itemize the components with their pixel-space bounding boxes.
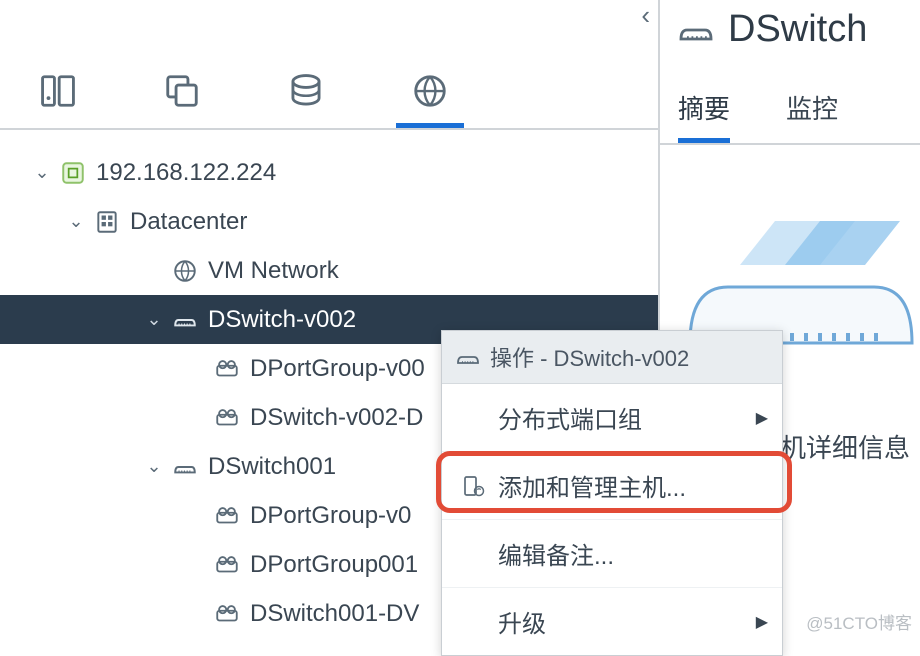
menu-label: 添加和管理主机... (498, 468, 686, 503)
tab-monitor[interactable]: 监控 (786, 89, 838, 143)
chevron-down-icon[interactable]: ⌄ (140, 309, 168, 330)
dswitch-icon (168, 307, 202, 333)
tree-label: DPortGroup-v0 (244, 502, 411, 530)
nav-collapse-chevron[interactable]: ‹ (641, 2, 650, 28)
watermark: @51CTO博客 (806, 609, 912, 634)
portgroup-icon (210, 601, 244, 627)
tab-vms-templates[interactable] (148, 72, 216, 128)
menu-label: 编辑备注... (498, 536, 614, 571)
submenu-arrow-icon: ▶ (756, 408, 768, 428)
tree-label: DSwitch001-DV (244, 600, 419, 628)
tree-label: DPortGroup001 (244, 551, 418, 579)
menu-label: 分布式端口组 (498, 400, 642, 435)
tree-label: DSwitch-v002-D (244, 404, 423, 432)
page-title-text: DSwitch (728, 8, 867, 51)
tree-label: Datacenter (124, 208, 247, 236)
menu-add-manage-hosts[interactable]: 添加和管理主机... (442, 452, 782, 520)
dswitch-icon (168, 454, 202, 480)
tree-label: 192.168.122.224 (90, 159, 276, 187)
tree-label: VM Network (202, 257, 339, 285)
portgroup-icon (210, 552, 244, 578)
tree-vm-network[interactable]: VM Network (0, 246, 658, 295)
tree-datacenter[interactable]: ⌄ Datacenter (0, 197, 658, 246)
host-detail-text: 机详细信息 (780, 428, 910, 465)
datacenter-icon (90, 209, 124, 235)
tab-summary[interactable]: 摘要 (678, 89, 730, 143)
dswitch-icon (456, 345, 480, 369)
nav-tabs (0, 0, 658, 130)
tree-label: DPortGroup-v00 (244, 355, 425, 383)
portgroup-icon (210, 356, 244, 382)
chevron-down-icon[interactable]: ⌄ (140, 456, 168, 477)
context-menu: 操作 - DSwitch-v002 分布式端口组 ▶ 添加和管理主机... 编辑… (441, 330, 783, 656)
storage-icon (287, 72, 325, 110)
menu-upgrade[interactable]: 升级 ▶ (442, 588, 782, 655)
tab-networking[interactable] (396, 72, 464, 128)
chevron-down-icon[interactable]: ⌄ (28, 162, 56, 183)
menu-edit-notes[interactable]: 编辑备注... (442, 520, 782, 588)
portgroup-icon (210, 405, 244, 431)
submenu-arrow-icon: ▶ (756, 612, 768, 632)
portgroup-icon (210, 503, 244, 529)
tree-label: DSwitch001 (202, 453, 336, 481)
menu-label: 升级 (498, 604, 546, 639)
hosts-icon (39, 72, 77, 110)
tab-hosts-clusters[interactable] (24, 72, 92, 128)
tree-label: DSwitch-v002 (202, 306, 356, 334)
vms-icon (163, 72, 201, 110)
networking-icon (411, 72, 449, 110)
context-menu-title: 操作 - DSwitch-v002 (490, 341, 689, 373)
dswitch-icon (678, 12, 714, 48)
detail-tabs: 摘要 监控 (660, 51, 920, 145)
tree-vcenter[interactable]: ⌄ 192.168.122.224 (0, 148, 658, 197)
add-hosts-icon (460, 474, 486, 498)
vcenter-icon (56, 160, 90, 186)
chevron-down-icon[interactable]: ⌄ (62, 211, 90, 232)
network-icon (168, 258, 202, 284)
page-title: DSwitch (660, 0, 920, 51)
tab-storage[interactable] (272, 72, 340, 128)
context-menu-header: 操作 - DSwitch-v002 (442, 331, 782, 384)
menu-distributed-portgroup[interactable]: 分布式端口组 ▶ (442, 384, 782, 452)
